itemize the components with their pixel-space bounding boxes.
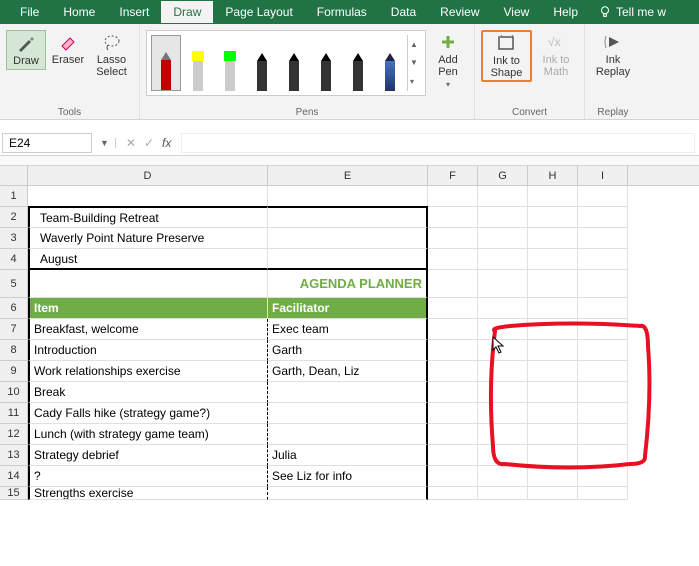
cell-text: Cady Falls hike (strategy game?) <box>34 406 210 420</box>
highlighter-green[interactable] <box>215 35 245 91</box>
col-header-E[interactable]: E <box>268 166 428 185</box>
ink-replay-button[interactable]: Ink Replay <box>591 30 635 80</box>
replay-icon <box>603 32 623 52</box>
row-header[interactable]: 13 <box>0 445 28 466</box>
cell-text: See Liz for info <box>272 469 352 483</box>
row-header[interactable]: 7 <box>0 319 28 340</box>
row-header[interactable]: 6 <box>0 298 28 319</box>
row-header[interactable]: 2 <box>0 207 28 228</box>
cell-text: Introduction <box>34 343 97 357</box>
eraser-icon <box>58 32 78 52</box>
row-header[interactable]: 5 <box>0 270 28 298</box>
tab-view[interactable]: View <box>492 1 542 23</box>
enter-icon[interactable]: ✓ <box>144 136 154 150</box>
cancel-icon[interactable]: ✕ <box>126 136 136 150</box>
add-pen-button[interactable]: Add Pen ▾ <box>428 30 468 91</box>
worksheet-grid[interactable]: D E F G H I 1 2 Team-Building Retreat 3 Wa… <box>0 166 699 500</box>
cell-text: Julia <box>272 448 297 462</box>
formula-bar: E24 ▼ ✕ ✓ fx <box>0 130 699 156</box>
tell-me[interactable]: Tell me w <box>598 5 666 19</box>
col-header-H[interactable]: H <box>528 166 578 185</box>
cell-text: Garth <box>272 343 302 357</box>
cell-text: Strategy debrief <box>34 448 119 462</box>
cell-text: Garth, Dean, Liz <box>272 364 359 378</box>
mouse-cursor <box>492 336 506 357</box>
row-header[interactable]: 10 <box>0 382 28 403</box>
lightbulb-icon <box>598 5 612 19</box>
ink-drawing[interactable] <box>480 316 660 481</box>
agenda-planner-title: AGENDA PLANNER <box>300 276 422 291</box>
row-header[interactable]: 14 <box>0 466 28 487</box>
tab-file[interactable]: File <box>8 1 51 23</box>
pen-black-3[interactable] <box>311 35 341 91</box>
group-tools-label: Tools <box>0 107 139 118</box>
name-box-dropdown[interactable]: ▼ <box>94 138 116 148</box>
row-header[interactable]: 1 <box>0 186 28 207</box>
tab-data[interactable]: Data <box>379 1 428 23</box>
cell-text: Team-Building Retreat <box>40 211 159 225</box>
fx-icon[interactable]: fx <box>162 136 171 150</box>
group-replay-label: Replay <box>585 107 641 118</box>
tab-page-layout[interactable]: Page Layout <box>213 1 304 23</box>
row-header[interactable]: 11 <box>0 403 28 424</box>
cell-text: Exec team <box>272 322 329 336</box>
tab-formulas[interactable]: Formulas <box>305 1 379 23</box>
ribbon: Draw Eraser Lasso Select Tools <box>0 24 699 120</box>
row-header[interactable]: 8 <box>0 340 28 361</box>
plus-icon <box>438 32 458 52</box>
pen-galaxy[interactable] <box>375 35 405 91</box>
row-header[interactable]: 15 <box>0 487 28 500</box>
cell-text: Waverly Point Nature Preserve <box>40 231 204 245</box>
pencil-icon <box>16 33 36 53</box>
tab-help[interactable]: Help <box>541 1 590 23</box>
cell-text: Work relationships exercise <box>34 364 181 378</box>
group-convert-label: Convert <box>475 107 584 118</box>
row-header[interactable]: 12 <box>0 424 28 445</box>
draw-button[interactable]: Draw <box>6 30 46 70</box>
group-pens-label: Pens <box>140 107 474 118</box>
lasso-icon <box>102 32 122 52</box>
gallery-expand[interactable]: ▲▼▾ <box>407 35 421 91</box>
cell-text: Strengths exercise <box>34 487 133 500</box>
row-header[interactable]: 9 <box>0 361 28 382</box>
tab-home[interactable]: Home <box>51 1 107 23</box>
table-header-item: Item <box>34 301 59 315</box>
pen-black-2[interactable] <box>279 35 309 91</box>
col-header-G[interactable]: G <box>478 166 528 185</box>
highlighter-yellow[interactable] <box>183 35 213 91</box>
tab-review[interactable]: Review <box>428 1 491 23</box>
col-header-I[interactable]: I <box>578 166 628 185</box>
ink-math-icon: √x <box>546 32 566 52</box>
cell-text: Breakfast, welcome <box>34 322 139 336</box>
select-all-corner[interactable] <box>0 166 28 186</box>
pen-red[interactable] <box>151 35 181 91</box>
svg-text:√x: √x <box>548 35 561 49</box>
lasso-select-button[interactable]: Lasso Select <box>90 30 133 80</box>
col-header-F[interactable]: F <box>428 166 478 185</box>
cell-text: Break <box>34 385 65 399</box>
row-header[interactable]: 4 <box>0 249 28 270</box>
name-box[interactable]: E24 <box>2 133 92 153</box>
tab-draw[interactable]: Draw <box>161 1 213 23</box>
table-header-facilitator: Facilitator <box>272 301 329 315</box>
pen-black-4[interactable] <box>343 35 373 91</box>
pen-black-1[interactable] <box>247 35 277 91</box>
cell-text: ? <box>34 469 41 483</box>
ink-to-shape-button[interactable]: Ink to Shape <box>481 30 532 82</box>
formula-input[interactable] <box>181 133 695 153</box>
row-header[interactable]: 3 <box>0 228 28 249</box>
ribbon-tabs: File Home Insert Draw Page Layout Formul… <box>0 0 699 24</box>
ink-to-math-button: √x Ink to Math <box>534 30 578 80</box>
cell-text: Lunch (with strategy game team) <box>34 427 209 441</box>
cell-text: August <box>40 252 77 266</box>
eraser-button[interactable]: Eraser <box>48 30 88 68</box>
tab-insert[interactable]: Insert <box>107 1 161 23</box>
ink-shape-icon <box>496 33 516 53</box>
pen-gallery[interactable]: ▲▼▾ <box>146 30 426 96</box>
col-header-D[interactable]: D <box>28 166 268 185</box>
